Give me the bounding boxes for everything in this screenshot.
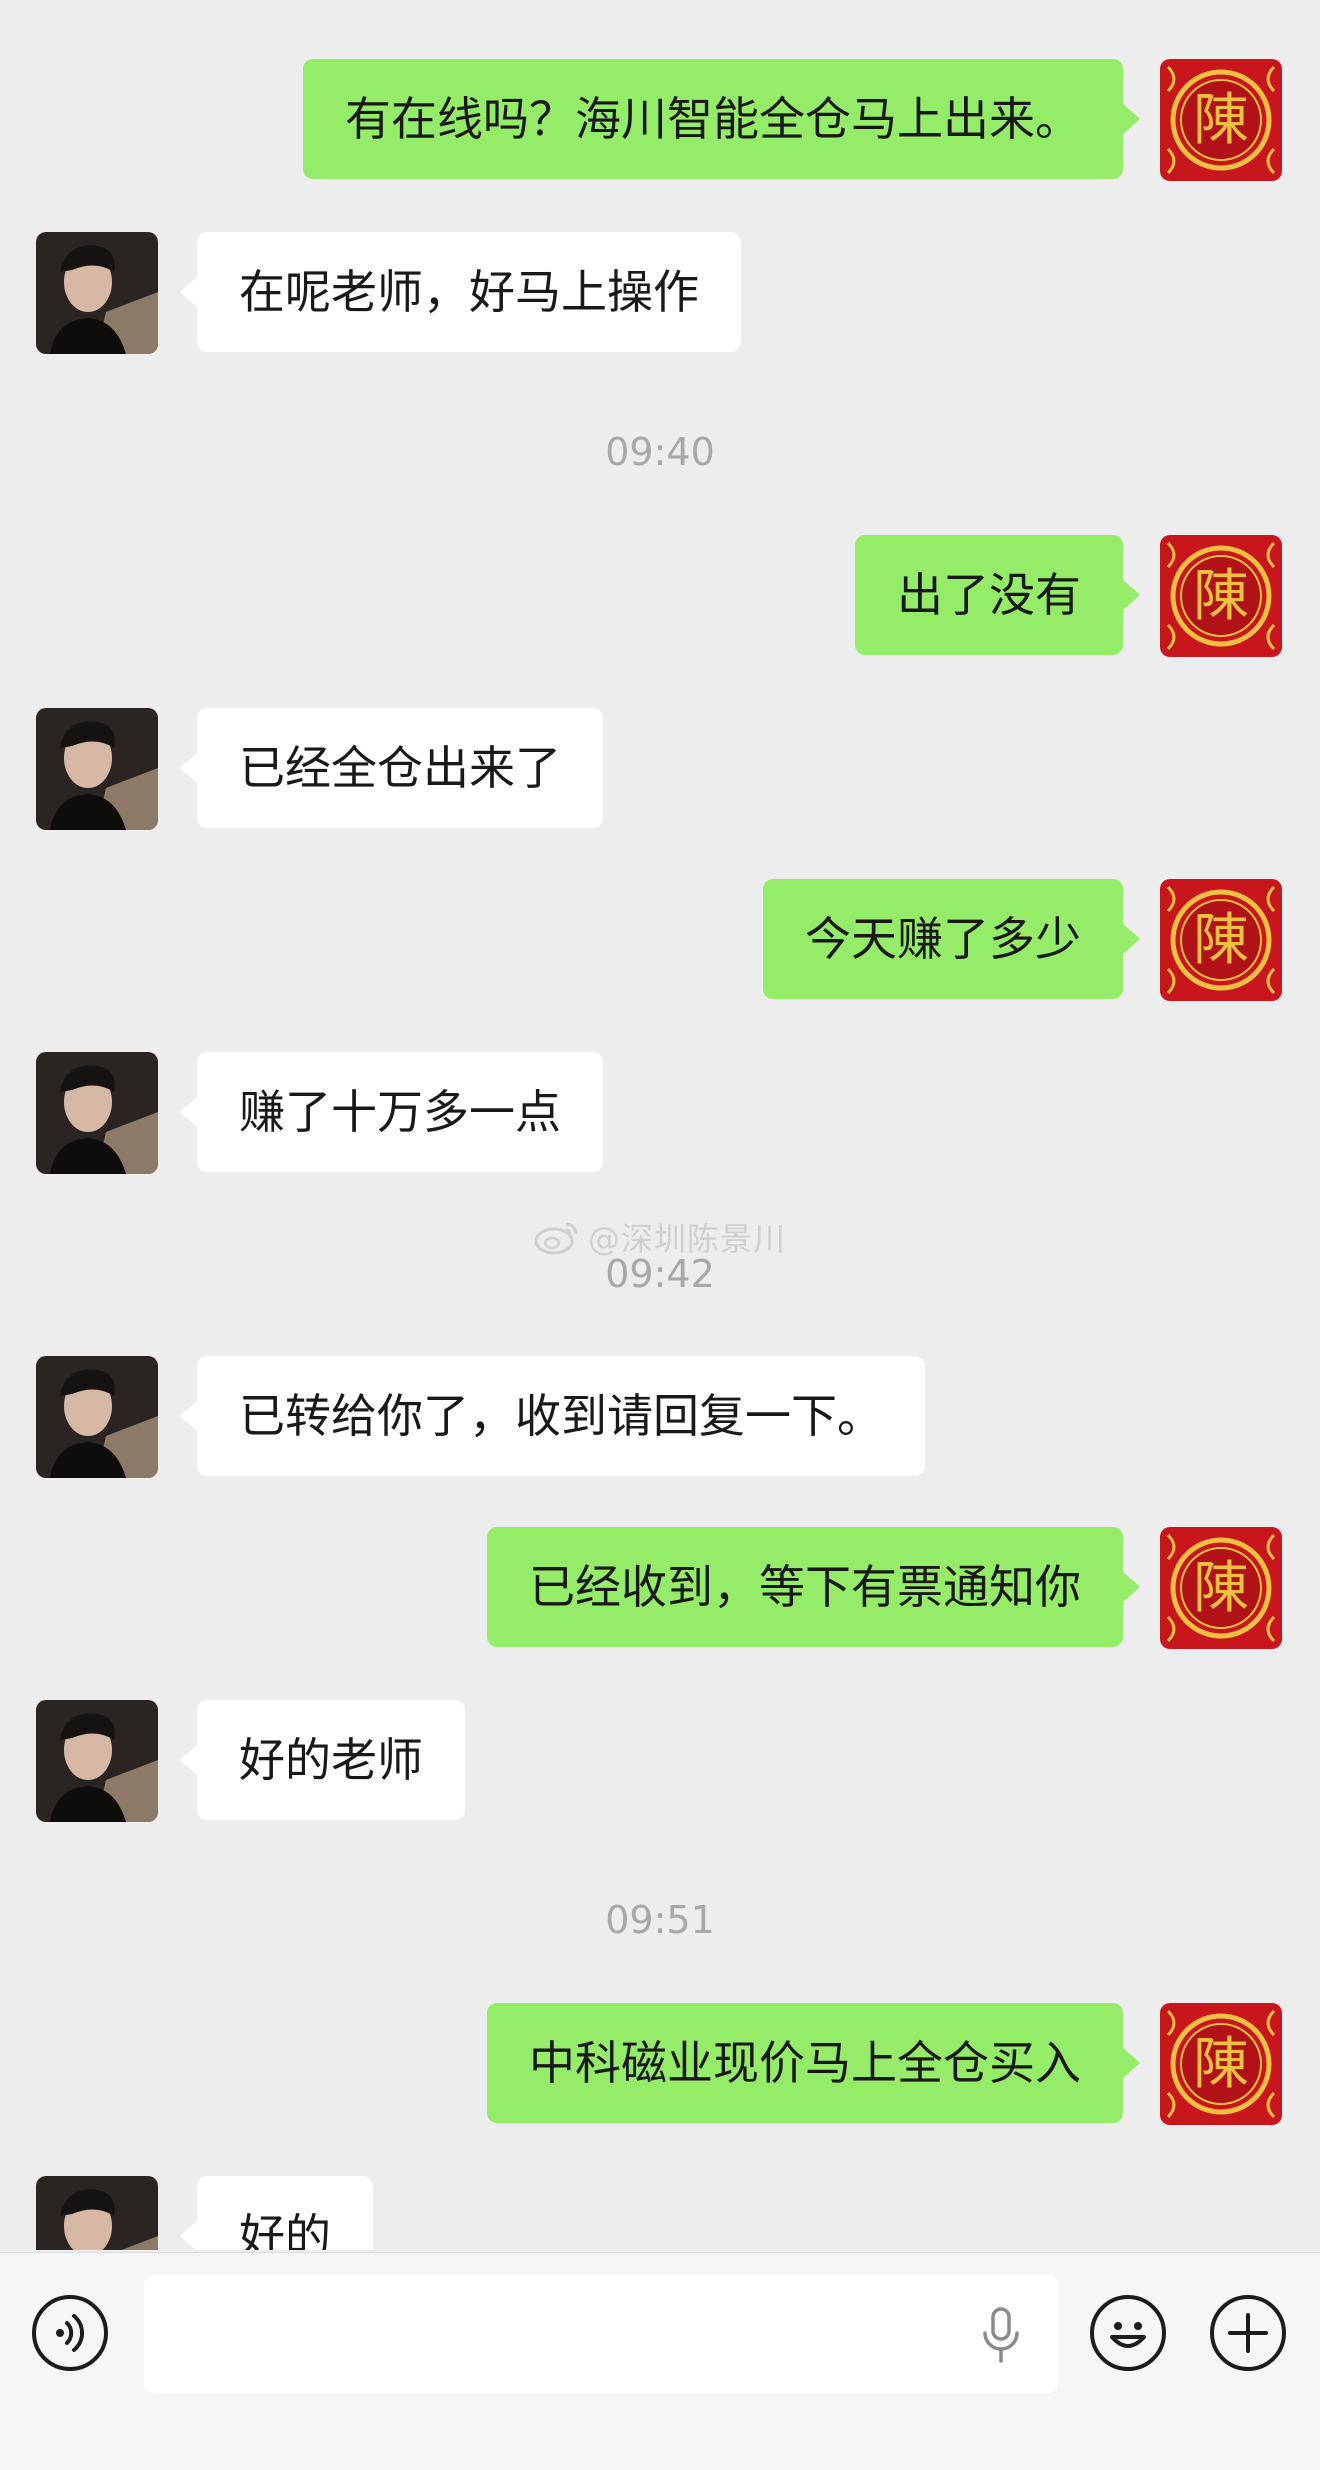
- message-input[interactable]: [144, 2275, 1058, 2393]
- contact-avatar[interactable]: [36, 232, 158, 354]
- message-row: 在呢老师，好马上操作: [0, 232, 1320, 354]
- contact-avatar[interactable]: [36, 708, 158, 830]
- message-row: 已经全仓出来了: [0, 708, 1320, 830]
- timestamp: 09:51: [605, 1898, 715, 1942]
- message-bubble-other[interactable]: 已经全仓出来了: [180, 708, 603, 828]
- self-avatar[interactable]: 陳: [1160, 879, 1282, 1001]
- contact-avatar[interactable]: [36, 2176, 158, 2250]
- message-row: 有在线吗？海川智能全仓马上出来。 陳: [0, 59, 1320, 181]
- timestamp: 09:40: [605, 430, 715, 474]
- voice-mode-icon: [36, 2299, 104, 2367]
- chat-input-bar: [0, 2252, 1320, 2470]
- voice-mode-button[interactable]: [32, 2295, 108, 2371]
- seal-glyph: 陳: [1193, 2032, 1249, 2097]
- message-row: 好的: [0, 2176, 1320, 2250]
- message-row: 今天赚了多少 陳: [0, 879, 1320, 1001]
- message-bubble-self[interactable]: 出了没有: [855, 535, 1140, 655]
- seal-glyph: 陳: [1193, 564, 1249, 629]
- message-bubble-other[interactable]: 好的: [180, 2176, 373, 2250]
- message-bubble-self[interactable]: 今天赚了多少: [763, 879, 1140, 999]
- timestamp: 09:42: [605, 1252, 715, 1296]
- message-row: 中科磁业现价马上全仓买入 陳: [0, 2003, 1320, 2125]
- message-bubble-other[interactable]: 在呢老师，好马上操作: [180, 232, 741, 352]
- emoji-button[interactable]: [1090, 2295, 1166, 2371]
- message-bubble-other[interactable]: 赚了十万多一点: [180, 1052, 603, 1172]
- message-bubble-self[interactable]: 中科磁业现价马上全仓买入: [487, 2003, 1140, 2123]
- message-row: 已经收到，等下有票通知你 陳: [0, 1527, 1320, 1649]
- message-row: 赚了十万多一点: [0, 1052, 1320, 1174]
- message-bubble-self[interactable]: 已经收到，等下有票通知你: [487, 1527, 1140, 1647]
- message-bubble-self[interactable]: 有在线吗？海川智能全仓马上出来。: [303, 59, 1140, 179]
- contact-avatar[interactable]: [36, 1700, 158, 1822]
- self-avatar[interactable]: 陳: [1160, 535, 1282, 657]
- seal-glyph: 陳: [1193, 88, 1249, 153]
- message-row: 已转给你了，收到请回复一下。: [0, 1356, 1320, 1478]
- contact-avatar[interactable]: [36, 1052, 158, 1174]
- message-bubble-other[interactable]: 好的老师: [180, 1700, 465, 1820]
- message-row: 好的老师: [0, 1700, 1320, 1822]
- chat-history: 有在线吗？海川智能全仓马上出来。 陳 在呢老师，好马上操作 09:40 出了没有…: [0, 0, 1320, 2250]
- seal-glyph: 陳: [1193, 908, 1249, 973]
- self-avatar[interactable]: 陳: [1160, 1527, 1282, 1649]
- seal-glyph: 陳: [1193, 1556, 1249, 1621]
- plus-icon: [1214, 2299, 1282, 2367]
- more-actions-button[interactable]: [1210, 2295, 1286, 2371]
- self-avatar[interactable]: 陳: [1160, 59, 1282, 181]
- microphone-icon[interactable]: [976, 2305, 1026, 2367]
- message-bubble-other[interactable]: 已转给你了，收到请回复一下。: [180, 1356, 925, 1476]
- self-avatar[interactable]: 陳: [1160, 2003, 1282, 2125]
- message-row: 出了没有 陳: [0, 535, 1320, 657]
- contact-avatar[interactable]: [36, 1356, 158, 1478]
- emoji-icon: [1094, 2299, 1162, 2367]
